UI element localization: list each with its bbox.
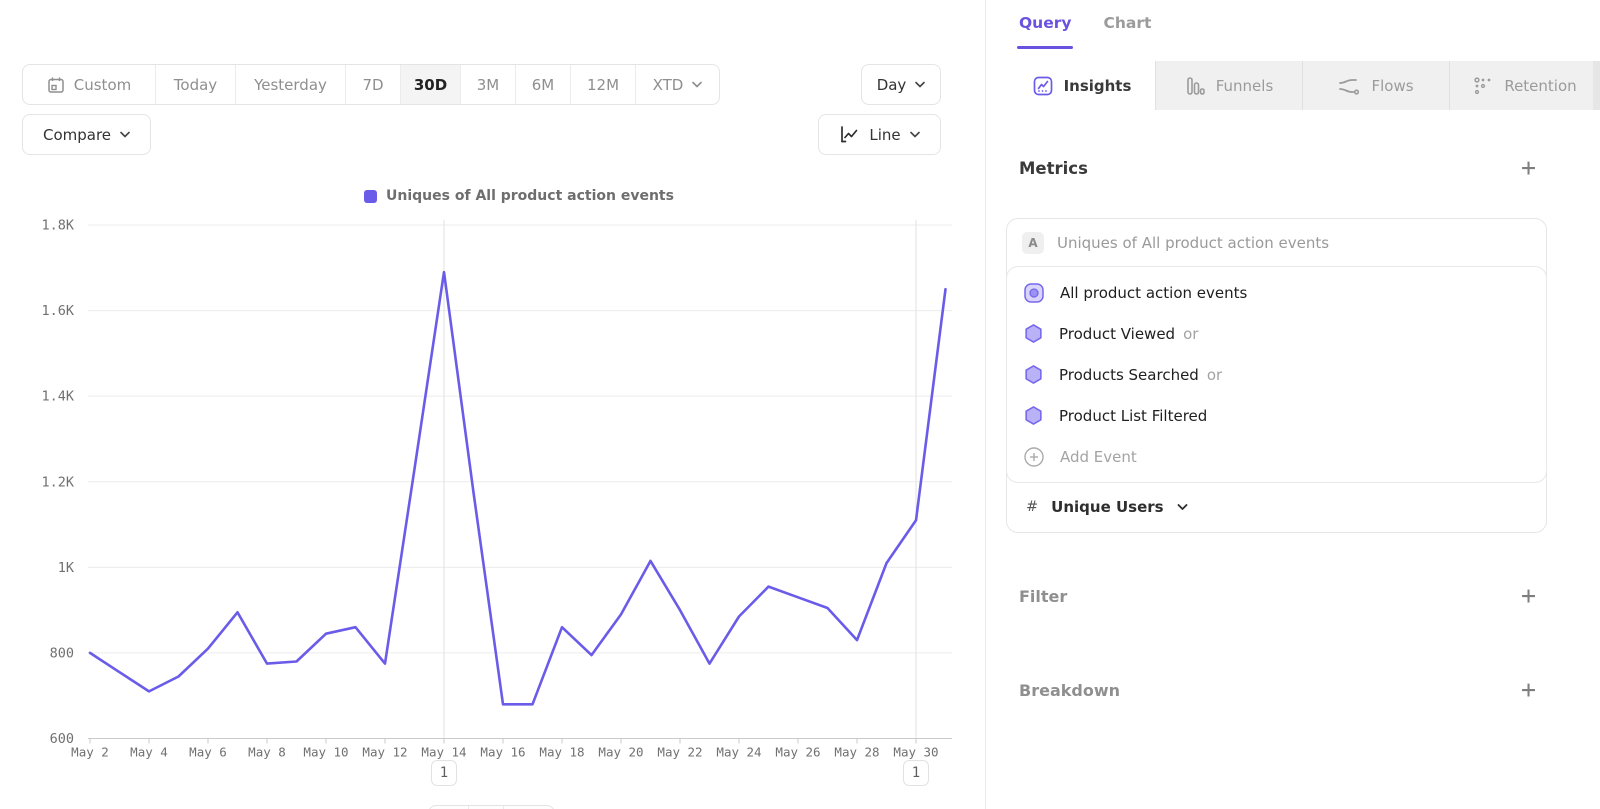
add-event-button[interactable]: Add Event	[1007, 436, 1546, 477]
tabbar-edge	[1593, 61, 1600, 110]
tab-query[interactable]: Query	[1019, 14, 1071, 49]
tab-funnels[interactable]: Funnels	[1156, 61, 1303, 110]
event-list-card: All product action events Product Viewed…	[1006, 266, 1547, 483]
x-axis-label: May 26	[775, 745, 820, 760]
x-axis-label: May 2	[71, 745, 109, 760]
filter-title: Filter	[1019, 587, 1067, 606]
app-window: 1.8K1.6K1.4K1.2K1K800600May 2May 4May 6M…	[0, 0, 1600, 809]
breakdown-title: Breakdown	[1019, 681, 1120, 700]
chevron-down-icon	[910, 131, 920, 138]
metrics-header: Metrics +	[1019, 158, 1536, 178]
partial-pager-control[interactable]	[428, 805, 555, 809]
y-axis-label: 1.2K	[41, 474, 74, 490]
chevron-down-icon	[692, 81, 702, 88]
event-group-icon	[1023, 282, 1045, 304]
breakdown-section: Breakdown +	[1019, 680, 1536, 700]
event-row-product-list-filtered[interactable]: Product List Filtered	[1007, 395, 1546, 436]
range-xtd[interactable]: XTD	[636, 65, 719, 104]
event-hexagon-icon	[1023, 364, 1044, 385]
chevron-down-icon	[915, 81, 925, 88]
y-axis-label: 800	[50, 645, 74, 661]
metric-letter-badge: A	[1022, 232, 1044, 254]
annotation-badge[interactable]: 1	[431, 760, 457, 786]
metric-card-header[interactable]: A Uniques of All product action events	[1007, 219, 1546, 266]
x-axis-label: May 16	[480, 745, 525, 760]
legend-label: Uniques of All product action events	[386, 188, 674, 204]
calendar-icon	[47, 76, 65, 94]
range-label: Custom	[74, 76, 131, 94]
insights-icon	[1033, 76, 1053, 96]
x-axis-label: May 22	[657, 745, 702, 760]
range-yesterday[interactable]: Yesterday	[236, 65, 346, 104]
retention-icon	[1473, 76, 1493, 96]
event-operator: or	[1183, 325, 1198, 343]
measurement-label: Unique Users	[1051, 498, 1163, 516]
y-axis-label: 1K	[58, 560, 75, 576]
x-axis-label: May 30	[893, 745, 938, 760]
y-axis-label: 1.8K	[41, 218, 74, 234]
y-axis-label: 1.4K	[41, 389, 74, 405]
range-custom[interactable]: Custom	[23, 65, 156, 104]
event-operator: or	[1207, 366, 1222, 384]
x-axis-label: May 20	[598, 745, 643, 760]
x-axis-label: May 28	[834, 745, 879, 760]
metric-summary: Uniques of All product action events	[1057, 234, 1329, 252]
flows-icon	[1338, 76, 1360, 96]
line-chart-icon	[839, 125, 860, 144]
event-row-all-product-action-events[interactable]: All product action events	[1007, 272, 1546, 313]
event-row-products-searched[interactable]: Products Searched or	[1007, 354, 1546, 395]
annotation-badge[interactable]: 1	[903, 760, 929, 786]
range-today[interactable]: Today	[156, 65, 236, 104]
tab-retention[interactable]: Retention	[1450, 61, 1600, 110]
tab-flows[interactable]: Flows	[1303, 61, 1450, 110]
legend-swatch	[364, 190, 377, 203]
event-hexagon-icon	[1023, 323, 1044, 344]
x-axis-label: May 10	[303, 745, 348, 760]
event-row-product-viewed[interactable]: Product Viewed or	[1007, 313, 1546, 354]
event-hexagon-icon	[1023, 405, 1044, 426]
series-line	[90, 272, 946, 704]
compare-button[interactable]: Compare	[22, 114, 151, 155]
query-panel: Query Chart Insights Funnels Flows	[985, 0, 1600, 809]
x-axis-label: May 4	[130, 745, 168, 760]
granularity-button[interactable]: Day	[861, 64, 941, 105]
range-7d[interactable]: 7D	[346, 65, 401, 104]
chart-type-button[interactable]: Line	[818, 114, 941, 155]
add-circle-icon	[1023, 446, 1045, 468]
filter-section: Filter +	[1019, 586, 1536, 606]
metrics-title: Metrics	[1019, 159, 1088, 178]
range-12m[interactable]: 12M	[571, 65, 636, 104]
x-axis-label: May 6	[189, 745, 227, 760]
x-axis-label: May 12	[362, 745, 407, 760]
panel-tabs: Query Chart	[1019, 14, 1151, 49]
x-axis-label: May 18	[539, 745, 584, 760]
chart-legend: Uniques of All product action events	[88, 188, 950, 204]
funnels-icon	[1185, 76, 1205, 96]
chevron-down-icon	[120, 131, 130, 138]
add-filter-button[interactable]: +	[1521, 586, 1536, 606]
y-axis-label: 1.6K	[41, 303, 74, 319]
range-3m[interactable]: 3M	[461, 65, 516, 104]
add-metric-button[interactable]: +	[1521, 158, 1536, 178]
measurement-selector[interactable]: # Unique Users	[1007, 483, 1546, 532]
x-axis-label: May 8	[248, 745, 286, 760]
x-axis-label: May 24	[716, 745, 761, 760]
add-breakdown-button[interactable]: +	[1521, 680, 1536, 700]
chevron-down-icon	[1177, 503, 1188, 511]
date-range-control: Custom Today Yesterday 7D 30D 3M 6M 12M …	[22, 64, 720, 105]
metric-card: A Uniques of All product action events A…	[1006, 218, 1547, 533]
number-symbol: #	[1026, 499, 1038, 515]
x-axis-label: May 14	[421, 745, 466, 760]
tab-chart[interactable]: Chart	[1103, 14, 1151, 49]
range-30d[interactable]: 30D	[401, 65, 461, 104]
report-type-tabs: Insights Funnels Flows Retention	[1009, 61, 1600, 110]
tab-insights[interactable]: Insights	[1009, 61, 1156, 110]
range-6m[interactable]: 6M	[516, 65, 571, 104]
